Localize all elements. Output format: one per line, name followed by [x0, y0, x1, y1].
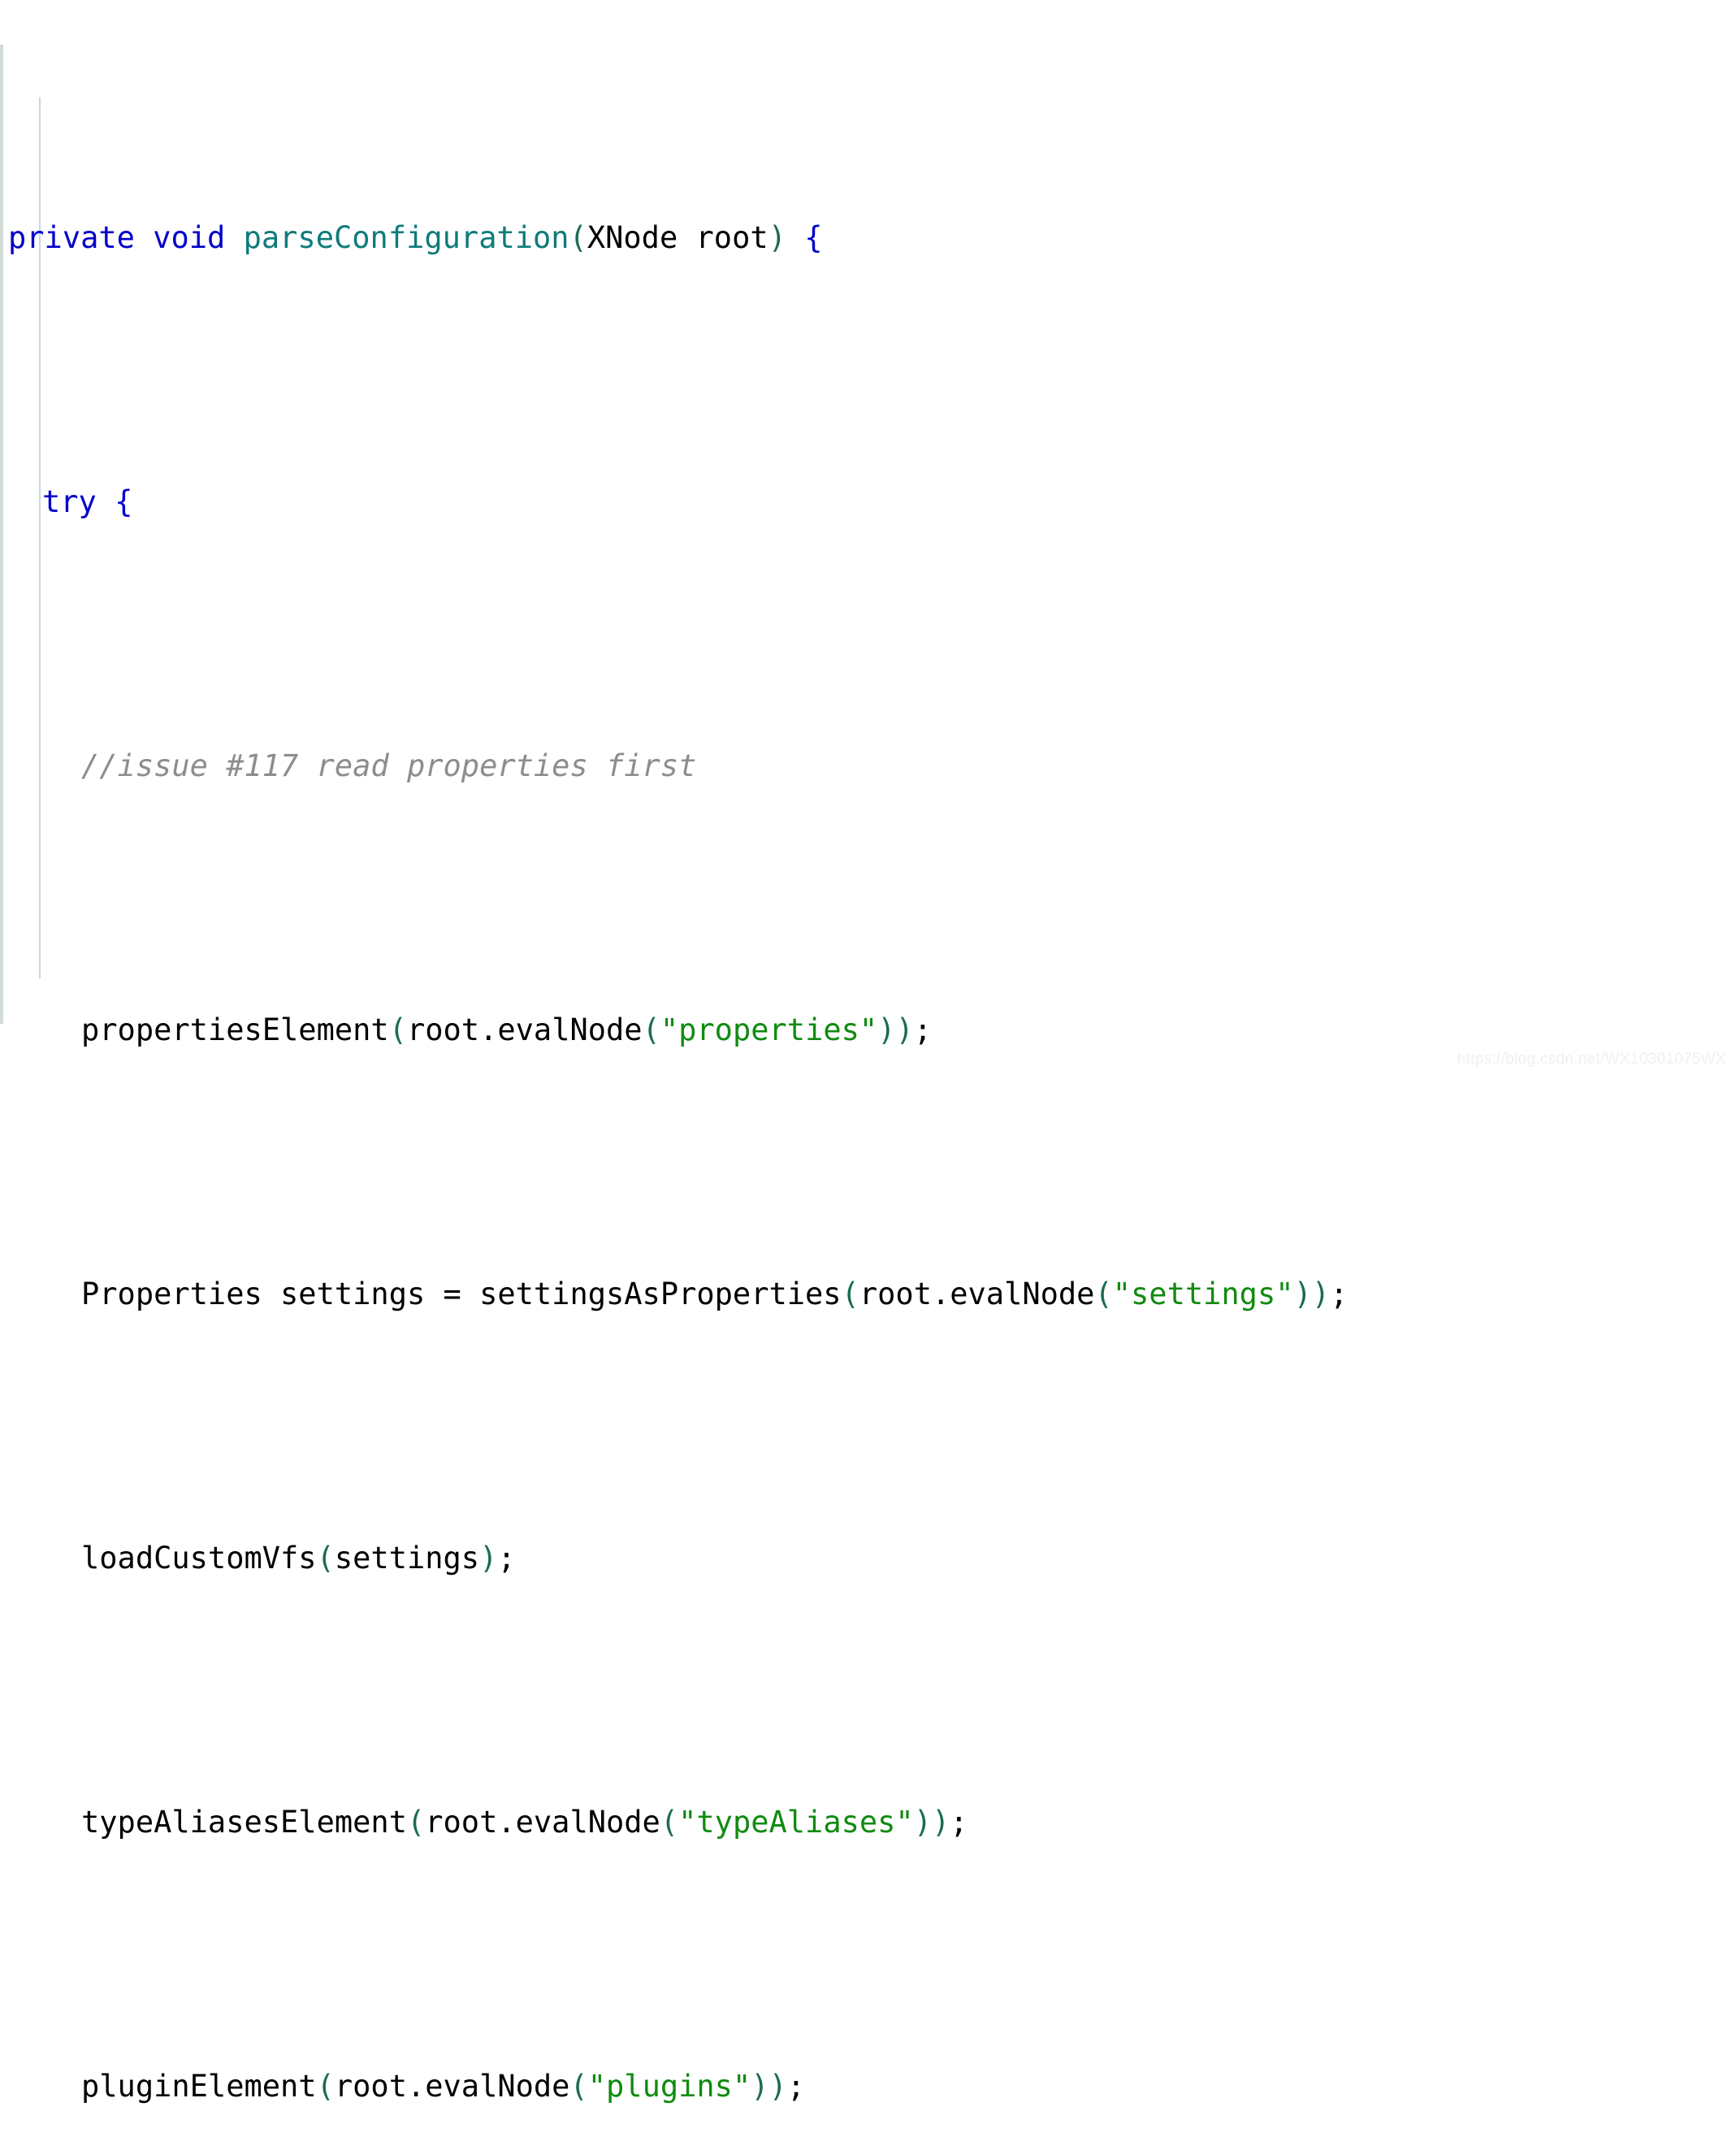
method-name-parseConfiguration: parseConfiguration	[243, 220, 569, 255]
string-literal: "properties"	[660, 1012, 878, 1047]
receiver-expression: root.evalNode	[334, 2069, 570, 2104]
paren-close-inner: )	[913, 1805, 932, 1840]
paren-open: (	[841, 1277, 859, 1311]
paren-open: (	[316, 2069, 335, 2104]
paren-close: )	[768, 220, 786, 255]
keyword-try: try	[42, 484, 97, 519]
receiver-expression: root.evalNode	[425, 1805, 660, 1840]
code-line[interactable]: pluginElement(root.evalNode("plugins"));	[0, 2060, 1736, 2113]
paren-close: )	[932, 1805, 950, 1840]
paren-open: (	[316, 1541, 335, 1576]
paren-open-inner: (	[660, 1805, 679, 1840]
paren-close-inner: )	[1293, 1277, 1312, 1311]
method-call: loadCustomVfs	[81, 1541, 317, 1576]
paren-open: (	[388, 1012, 407, 1047]
paren-close-inner: )	[877, 1012, 896, 1047]
semicolon: ;	[1330, 1277, 1349, 1311]
paren-open-inner: (	[642, 1012, 660, 1047]
paren-open-inner: (	[569, 2069, 588, 2104]
paren-close: )	[479, 1541, 498, 1576]
brace-open: {	[115, 484, 133, 519]
method-call: propertiesElement	[81, 1012, 389, 1047]
semicolon: ;	[913, 1012, 933, 1047]
paren-close: )	[1311, 1277, 1331, 1311]
code-editor[interactable]: private void parseConfiguration(XNode ro…	[0, 0, 1736, 2104]
comment: //issue #117 read properties first	[81, 748, 697, 783]
code-line[interactable]: typeAliasesElement(root.evalNode("typeAl…	[0, 1796, 1736, 1849]
code-line[interactable]: loadCustomVfs(settings);	[0, 1532, 1736, 1584]
paren-open: (	[569, 220, 587, 255]
watermark: https://blog.csdn.net/WX10301075WX	[1457, 1051, 1726, 1068]
method-call: pluginElement	[81, 2069, 317, 2104]
semicolon: ;	[497, 1541, 516, 1576]
semicolon: ;	[786, 2069, 806, 2104]
code-line[interactable]: //issue #117 read properties first	[0, 739, 1736, 792]
semicolon: ;	[950, 1805, 968, 1840]
keyword-void: void	[153, 220, 226, 255]
paren-open: (	[406, 1805, 426, 1840]
paren-close: )	[768, 2069, 787, 2104]
argument: settings	[334, 1541, 480, 1576]
receiver-expression: root.evalNode	[859, 1277, 1095, 1311]
string-literal: "settings"	[1112, 1277, 1294, 1311]
declaration-expression: Properties settings = settingsAsProperti…	[81, 1277, 842, 1311]
string-literal: "plugins"	[587, 2069, 751, 2104]
paren-open-inner: (	[1094, 1277, 1113, 1311]
method-parameters: XNode root	[587, 220, 768, 255]
string-literal: "typeAliases"	[678, 1805, 914, 1840]
keyword-private: private	[8, 220, 135, 255]
receiver-expression: root.evalNode	[406, 1012, 643, 1047]
method-call: typeAliasesElement	[81, 1805, 407, 1840]
code-line[interactable]: propertiesElement(root.evalNode("propert…	[0, 1003, 1736, 1056]
code-line[interactable]: private void parseConfiguration(XNode ro…	[0, 211, 1736, 264]
brace-open: {	[804, 220, 823, 255]
paren-close-inner: )	[751, 2069, 769, 2104]
code-line[interactable]: try {	[0, 475, 1736, 528]
code-content[interactable]: private void parseConfiguration(XNode ro…	[0, 0, 1736, 2150]
code-line[interactable]: Properties settings = settingsAsProperti…	[0, 1268, 1736, 1320]
paren-close: )	[895, 1012, 914, 1047]
